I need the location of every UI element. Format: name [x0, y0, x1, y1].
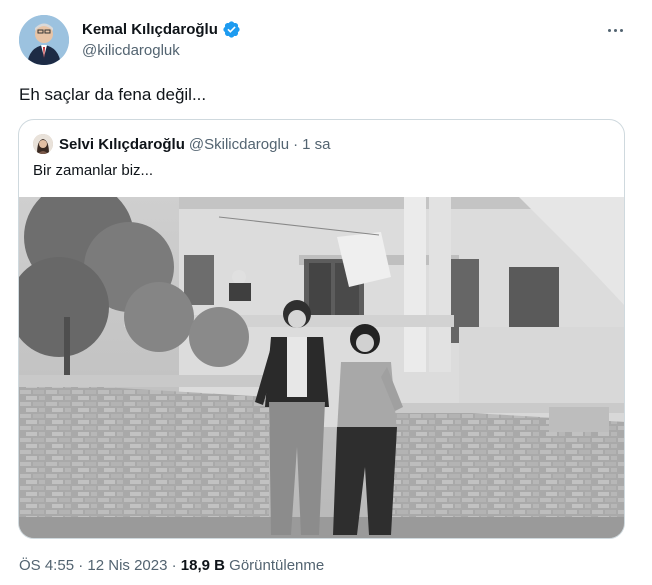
quoted-separator: · [293, 135, 299, 153]
quoted-photo[interactable] [19, 182, 624, 538]
verified-badge-icon [222, 20, 241, 39]
tweet-time[interactable]: ÖS 4:55 [19, 557, 74, 574]
more-horizontal-icon [606, 28, 624, 32]
author-handle[interactable]: @kilicdarogluk [82, 42, 180, 59]
quoted-author-handle: @Skilicdaroglu [188, 135, 290, 153]
tweet: Kemal Kılıçdaroğlu @kilicdarogluk Eh saç… [0, 0, 652, 585]
views-count: 18,9 B [180, 557, 225, 574]
quoted-tweet-header: Selvi Kılıçdaroğlu @Skilicdaroglu · 1 sa [33, 134, 331, 154]
views-label: Görüntülenme [229, 557, 325, 574]
more-options-button[interactable] [604, 20, 626, 40]
quoted-tweet-text: Bir zamanlar biz... [33, 162, 154, 179]
quoted-tweet[interactable]: Selvi Kılıçdaroğlu @Skilicdaroglu · 1 sa… [18, 119, 625, 539]
tweet-text: Eh saçlar da fena değil... [19, 85, 207, 104]
quoted-time: 1 sa [302, 135, 331, 153]
meta-separator: · [78, 557, 84, 574]
meta-separator: · [171, 557, 177, 574]
tweet-date[interactable]: 12 Nis 2023 [87, 557, 167, 574]
author-name-row: Kemal Kılıçdaroğlu [82, 20, 241, 39]
author-display-name[interactable]: Kemal Kılıçdaroğlu [82, 21, 218, 38]
author-avatar[interactable] [19, 15, 69, 65]
quoted-author-name: Selvi Kılıçdaroğlu [59, 135, 185, 153]
quoted-author-avatar [33, 134, 53, 154]
tweet-meta: ÖS 4:55 · 12 Nis 2023 · 18,9 B Görüntüle… [19, 557, 324, 574]
